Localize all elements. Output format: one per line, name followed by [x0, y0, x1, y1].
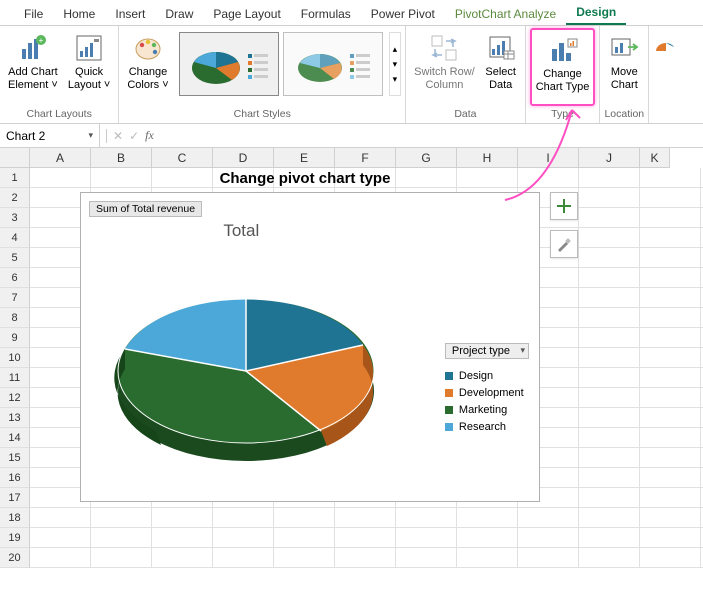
gallery-more-icon[interactable]: ▾	[390, 72, 401, 87]
cancel-formula-icon[interactable]: ✕	[113, 129, 123, 143]
col-header[interactable]: C	[152, 148, 213, 168]
chart-title[interactable]: Total	[81, 221, 402, 241]
chart-elements-button[interactable]	[550, 192, 578, 220]
column-headers: A B C D E F G H I J K	[0, 148, 703, 168]
name-box[interactable]: Chart 2 ▾	[0, 124, 100, 147]
row-header[interactable]: 1	[0, 168, 30, 188]
worksheet: A B C D E F G H I J K 1 2 3 4 5 6 7 8 9 …	[0, 148, 703, 568]
chart-styles-button[interactable]	[550, 230, 578, 258]
ribbon: + Add Chart Element ˅ Quick Layout ˅ Cha…	[0, 26, 703, 124]
col-header[interactable]: B	[91, 148, 152, 168]
row-header[interactable]: 3	[0, 208, 30, 228]
quick-layout-button[interactable]: Quick Layout ˅	[64, 28, 115, 106]
row-header[interactable]: 20	[0, 548, 30, 568]
group-type: Change Chart Type Type	[526, 26, 601, 123]
col-header[interactable]: E	[274, 148, 335, 168]
row-header[interactable]: 19	[0, 528, 30, 548]
tab-power-pivot[interactable]: Power Pivot	[361, 3, 445, 25]
row-header[interactable]: 13	[0, 408, 30, 428]
style-gallery-scroll[interactable]: ▴ ▾ ▾	[389, 32, 402, 96]
chart-style-gallery[interactable]	[175, 28, 387, 100]
tab-pivotchart-analyze[interactable]: PivotChart Analyze	[445, 3, 566, 25]
pivot-chart[interactable]: Sum of Total revenue Total	[80, 192, 540, 502]
group-location: Move Chart Location	[600, 26, 649, 123]
palette-icon	[132, 32, 164, 64]
change-colors-button[interactable]: Change Colors ˅	[123, 28, 172, 106]
pie-chart[interactable]	[101, 253, 391, 483]
row-header[interactable]: 18	[0, 508, 30, 528]
group-data: Switch Row/ Column Select Data Data	[406, 26, 526, 123]
col-header[interactable]: H	[457, 148, 518, 168]
row-header[interactable]: 17	[0, 488, 30, 508]
row-header[interactable]: 2	[0, 188, 30, 208]
chart-legend[interactable]: Project type Design Development Marketin…	[445, 343, 529, 438]
row-header[interactable]: 10	[0, 348, 30, 368]
switch-row-column-icon	[428, 32, 460, 64]
chevron-down-icon[interactable]: ▾	[88, 130, 93, 141]
chart-field-badge[interactable]: Sum of Total revenue	[89, 201, 202, 217]
row-header[interactable]: 11	[0, 368, 30, 388]
row-header[interactable]: 4	[0, 228, 30, 248]
select-data-icon	[485, 32, 517, 64]
tab-home[interactable]: Home	[53, 3, 105, 25]
legend-item: Research	[445, 421, 529, 433]
tab-formulas[interactable]: Formulas	[291, 3, 361, 25]
tab-file[interactable]: File	[14, 3, 53, 25]
tab-draw[interactable]: Draw	[155, 3, 203, 25]
row-header[interactable]: 14	[0, 428, 30, 448]
legend-item: Design	[445, 370, 529, 382]
cell-grid[interactable]: Change pivot chart type Sum of Total rev…	[30, 168, 703, 568]
col-header[interactable]: I	[518, 148, 579, 168]
legend-title[interactable]: Project type	[445, 343, 529, 359]
row-header[interactable]: 9	[0, 328, 30, 348]
col-header[interactable]: D	[213, 148, 274, 168]
add-chart-element-button[interactable]: + Add Chart Element ˅	[4, 28, 62, 106]
tab-page-layout[interactable]: Page Layout	[203, 3, 290, 25]
quick-layout-icon	[73, 32, 105, 64]
select-data-button[interactable]: Select Data	[481, 28, 521, 106]
svg-text:+: +	[39, 36, 44, 45]
page-title: Change pivot chart type	[90, 170, 520, 187]
add-chart-element-icon: +	[17, 32, 49, 64]
col-header[interactable]: A	[30, 148, 91, 168]
row-header[interactable]: 16	[0, 468, 30, 488]
row-header[interactable]: 6	[0, 268, 30, 288]
confirm-formula-icon[interactable]: ✓	[129, 129, 139, 143]
row-header[interactable]: 5	[0, 248, 30, 268]
switch-row-column-button[interactable]: Switch Row/ Column	[410, 28, 479, 106]
col-header[interactable]: F	[335, 148, 396, 168]
tab-insert[interactable]: Insert	[105, 3, 155, 25]
formula-bar-row: Chart 2 ▾ ✕ ✓ fx	[0, 124, 703, 148]
chart-side-buttons	[550, 192, 578, 258]
col-header[interactable]: K	[640, 148, 670, 168]
change-chart-type-button[interactable]: Change Chart Type	[530, 28, 596, 106]
col-header[interactable]: J	[579, 148, 640, 168]
chevron-down-icon[interactable]: ▾	[390, 57, 401, 72]
tab-design[interactable]: Design	[566, 1, 626, 25]
group-overflow	[649, 26, 679, 123]
legend-item: Marketing	[445, 404, 529, 416]
col-header[interactable]: G	[396, 148, 457, 168]
group-chart-styles: Change Colors ˅ ▴ ▾ ▾ Chart Styles	[119, 26, 406, 123]
move-chart-button[interactable]: Move Chart	[604, 28, 644, 106]
chart-style-2[interactable]	[283, 32, 383, 96]
row-header[interactable]: 8	[0, 308, 30, 328]
row-header[interactable]: 12	[0, 388, 30, 408]
formula-input[interactable]	[160, 124, 703, 147]
row-headers: 1 2 3 4 5 6 7 8 9 10 11 12 13 14 15 16 1…	[0, 168, 30, 568]
chevron-up-icon[interactable]: ▴	[390, 42, 401, 57]
row-header[interactable]: 15	[0, 448, 30, 468]
fx-icon[interactable]: fx	[145, 128, 154, 143]
pie-icon	[654, 32, 674, 64]
group-chart-layouts: + Add Chart Element ˅ Quick Layout ˅ Cha…	[0, 26, 119, 123]
legend-item: Development	[445, 387, 529, 399]
select-all-corner[interactable]	[0, 148, 30, 168]
ribbon-tabs: File Home Insert Draw Page Layout Formul…	[0, 0, 703, 26]
row-header[interactable]: 7	[0, 288, 30, 308]
move-chart-icon	[608, 32, 640, 64]
overflow-button[interactable]	[653, 28, 675, 106]
chart-style-1[interactable]	[179, 32, 279, 96]
change-chart-type-icon	[547, 34, 579, 66]
